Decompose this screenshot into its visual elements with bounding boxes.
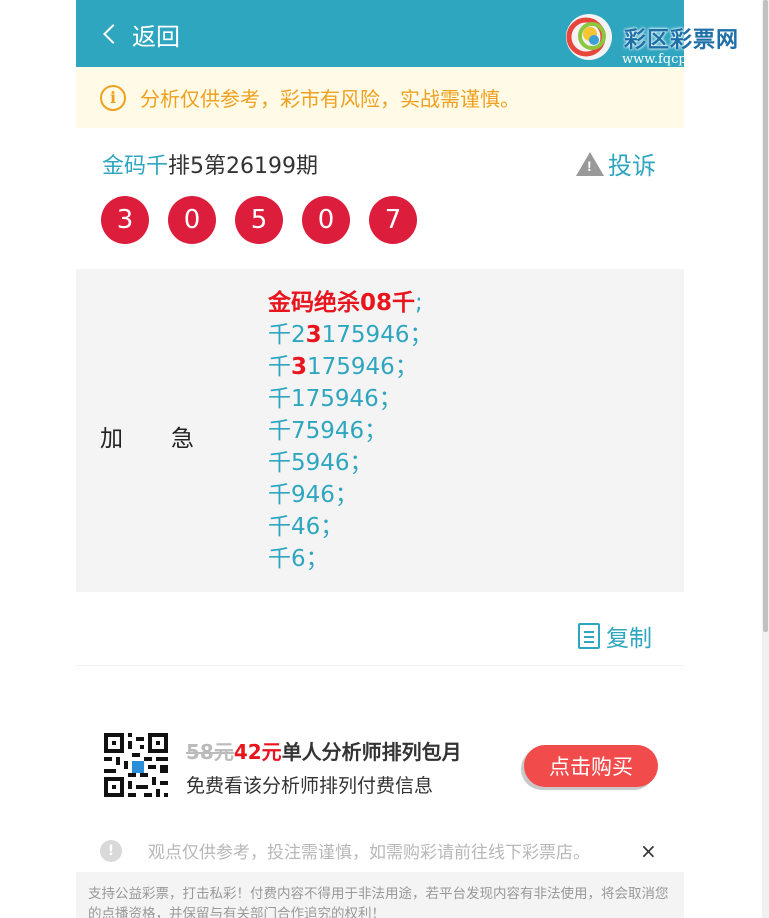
prediction-line: 金码绝杀08千;: [268, 290, 423, 316]
promo-subtitle: 免费看该分析师排列付费信息: [186, 775, 434, 797]
tag-char-2: 急: [171, 426, 194, 452]
result-balls: 3 0 5 0 7: [101, 196, 436, 244]
urgent-tag: 加急: [100, 419, 242, 453]
site-logo[interactable]: 彩区彩票网 www.fqcp.net: [564, 8, 738, 67]
header-bar: 返回 彩区彩票网 www.fqcp.net: [76, 0, 738, 67]
result-ball: 5: [235, 196, 283, 244]
promo-title-text: 单人分析师排列包月: [281, 740, 462, 764]
analyst-name[interactable]: 金码千: [102, 154, 168, 179]
prediction-line: 千5946；: [268, 450, 373, 476]
logo-brand-text: 彩区彩票网: [624, 28, 740, 53]
page: 返回 彩区彩票网 www.fqcp.net i 分析仅供参考，彩市有风险，实战需…: [76, 0, 738, 918]
footer-notice: 支持公益彩票，打击私彩！付费内容不得用于非法用途，若平台发现内容有非法使用，将会…: [76, 872, 684, 918]
chevron-left-icon: [103, 24, 123, 44]
issue-label: 排5第26199期: [168, 154, 318, 179]
complain-button[interactable]: ! 投诉: [576, 146, 656, 181]
divider: [76, 665, 684, 666]
disclaimer: ! 观点仅供参考，投注需谨慎，如需购彩请前往线下彩票店。: [100, 838, 590, 863]
risk-notice: i 分析仅供参考，彩市有风险，实战需谨慎。: [76, 67, 684, 128]
tag-char-1: 加: [100, 426, 123, 452]
exclamation-icon: !: [100, 839, 122, 862]
risk-notice-text: 分析仅供参考，彩市有风险，实战需谨慎。: [140, 87, 520, 111]
prediction-line: 千946；: [268, 482, 358, 508]
article-title: 金码千排5第26199期: [102, 148, 318, 180]
prediction-line: 千23175946；: [268, 322, 433, 348]
new-price: 42元: [233, 740, 282, 764]
warning-icon: !: [576, 151, 604, 176]
scrollbar[interactable]: [762, 0, 769, 918]
prediction-line: 千75946；: [268, 418, 388, 444]
qr-code-icon: [104, 733, 168, 797]
copy-button[interactable]: 复制: [578, 619, 652, 653]
prediction-panel: 加急 金码绝杀08千; 千23175946； 千3175946； 千175946…: [76, 269, 684, 592]
copy-icon: [578, 623, 600, 649]
result-ball: 0: [302, 196, 350, 244]
prediction-line: 千46；: [268, 514, 344, 540]
back-label: 返回: [132, 22, 180, 51]
complain-label: 投诉: [608, 152, 656, 180]
result-ball: 3: [101, 196, 149, 244]
buy-button[interactable]: 点击购买: [524, 745, 658, 787]
result-ball: 7: [369, 196, 417, 244]
close-disclaimer-button[interactable]: ×: [640, 839, 657, 863]
copy-label: 复制: [606, 626, 652, 652]
result-ball: 0: [168, 196, 216, 244]
promo-title: 58元42元单人分析师排列包月: [186, 736, 462, 765]
prediction-line: 千6；: [268, 546, 329, 572]
scrollbar-thumb[interactable]: [763, 0, 768, 632]
old-price: 58元: [186, 740, 234, 764]
prediction-line: 千175946；: [268, 386, 402, 412]
disclaimer-text: 观点仅供参考，投注需谨慎，如需购彩请前往线下彩票店。: [148, 843, 590, 863]
prediction-lines: 金码绝杀08千; 千23175946； 千3175946； 千175946； 千…: [268, 287, 432, 575]
logo-site-url: www.fqcp.net: [622, 52, 713, 67]
info-icon: i: [100, 84, 126, 111]
logo-icon: [566, 14, 612, 60]
footer-text: 支持公益彩票，打击私彩！付费内容不得用于非法用途，若平台发现内容有非法使用，将会…: [88, 886, 669, 918]
prediction-line: 千3175946；: [268, 354, 418, 380]
back-button[interactable]: 返回: [102, 17, 180, 51]
